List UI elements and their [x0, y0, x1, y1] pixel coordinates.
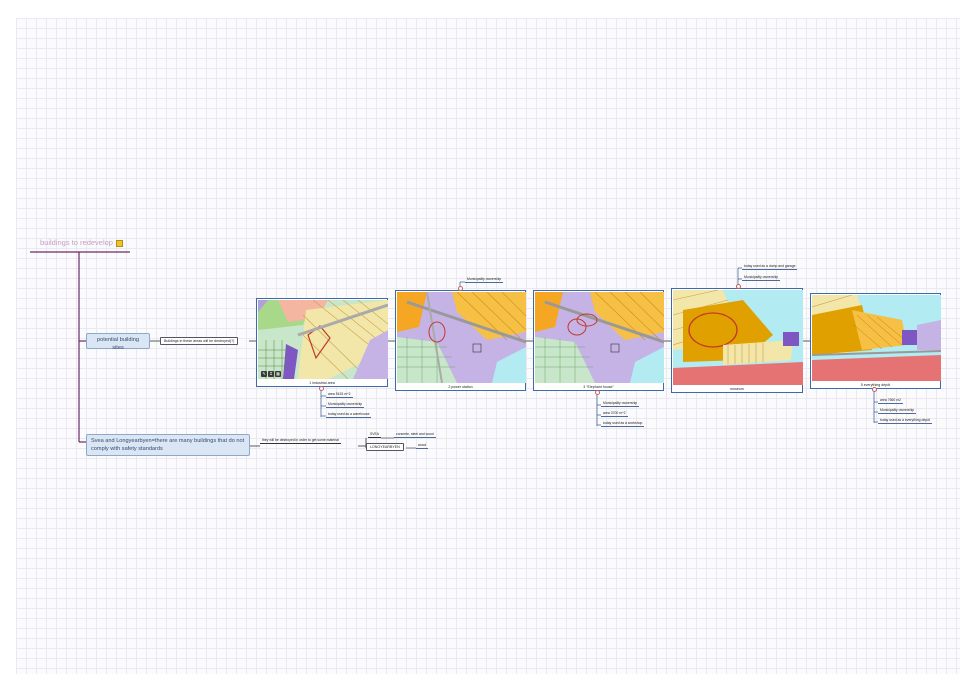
map-image-5[interactable]: 5 everything dépôt — [810, 293, 941, 389]
note-icon[interactable] — [115, 239, 123, 247]
map-1-note-usage[interactable]: today used as a warehouse — [326, 412, 372, 418]
safety-standards-label: Svea and Longyearbyen=there are many bui… — [91, 438, 245, 452]
map-5-note-ownership[interactable]: Municipality ownership — [878, 408, 917, 414]
root-topic-label: buildings to redevelop — [40, 238, 113, 247]
map-1-attachment-point[interactable] — [319, 386, 324, 391]
material-reuse-label: they will be destroyed in order to get s… — [262, 438, 339, 442]
map-1-note-area[interactable]: area 9415 m^2 — [326, 392, 353, 398]
place-longyearbyen[interactable]: LONGYEARBYEN — [366, 443, 404, 451]
map-3-note-area[interactable]: area 3700 m^2 — [601, 411, 628, 417]
map-4-attachment-point[interactable] — [736, 284, 741, 289]
zoning-map-3 — [535, 292, 664, 383]
map-5-note-usage[interactable]: today used as a everything dépôt — [878, 418, 932, 424]
safety-standards-topic[interactable]: Svea and Longyearbyen=there are many bui… — [86, 434, 250, 456]
map-image-1[interactable]: ✎ ⌗ ▦ 1 industrial area — [256, 298, 388, 387]
material-longyearbyen[interactable]: wood — [416, 443, 429, 449]
place-svea[interactable]: SVEA — [368, 432, 382, 438]
map-image-3[interactable]: 3 "Elephant house" — [533, 290, 664, 391]
edit-icon[interactable]: ✎ — [261, 371, 267, 377]
map-2-caption: 2 power station — [448, 385, 473, 389]
root-topic[interactable]: buildings to redevelop — [40, 238, 123, 247]
map-3-note-ownership[interactable]: Municipality ownership — [601, 401, 640, 407]
map-5-note-area[interactable]: area 7660 m2 — [878, 398, 903, 404]
zoning-map-5 — [812, 295, 941, 381]
material-reuse-topic[interactable]: they will be destroyed in order to get s… — [260, 438, 341, 444]
zoning-map-2 — [397, 292, 526, 383]
map-3-attachment-point[interactable] — [595, 390, 600, 395]
material-svea[interactable]: concrete, steel and wood — [394, 432, 436, 438]
map-4-caption: museum — [730, 387, 744, 391]
map-4-note-usage[interactable]: today used as a dump and garage — [742, 264, 798, 270]
grid-icon[interactable]: ▦ — [275, 371, 281, 377]
map-1-note-ownership[interactable]: Municipality ownership — [326, 402, 365, 408]
zoning-map-4 — [673, 290, 803, 385]
potential-sites-label: potential building sites — [97, 337, 139, 351]
map-2-attachment-point[interactable] — [458, 286, 463, 291]
material-svea-label: concrete, steel and wood — [396, 432, 434, 436]
image-toolbar: ✎ ⌗ ▦ — [261, 371, 281, 377]
destroyed-buildings-topic[interactable]: Buildings in these areas will be destroy… — [160, 337, 239, 345]
map-image-2[interactable]: 2 power station — [395, 290, 526, 391]
map-image-4[interactable]: museum — [671, 288, 803, 393]
map-5-attachment-point[interactable] — [872, 387, 877, 392]
crop-icon[interactable]: ⌗ — [268, 371, 274, 377]
zoning-map-1 — [258, 300, 388, 379]
map-3-note-usage[interactable]: today used as a workshop — [601, 421, 645, 427]
destroyed-buildings-label: Buildings in these areas will be destroy… — [164, 339, 235, 343]
map-3-caption: 3 "Elephant house" — [583, 385, 614, 389]
map-4-note-ownership[interactable]: Municipality ownership — [742, 275, 781, 281]
map-2-note-ownership[interactable]: Municipality ownership — [465, 277, 504, 283]
material-longyearbyen-label: wood — [418, 443, 427, 447]
map-1-caption: 1 industrial area — [309, 381, 335, 385]
potential-sites-topic[interactable]: potential building sites — [86, 333, 150, 351]
place-longyearbyen-label: LONGYEARBYEN — [370, 445, 400, 449]
place-svea-label: SVEA — [370, 432, 380, 436]
